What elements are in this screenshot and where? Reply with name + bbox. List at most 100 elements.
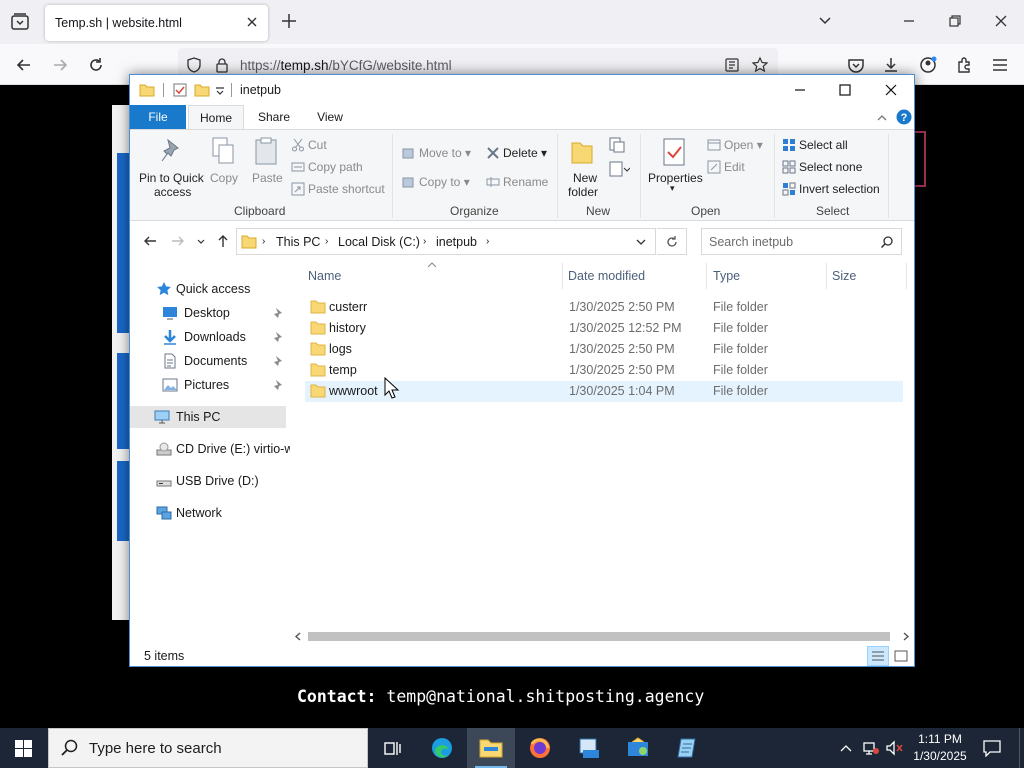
refresh-button[interactable] [657, 228, 687, 255]
tab-file[interactable]: File [130, 105, 186, 129]
invert-selection-button[interactable]: Invert selection [782, 182, 880, 196]
properties-qat-icon[interactable] [172, 82, 188, 98]
scrollbar-thumb[interactable] [308, 632, 890, 641]
paste-shortcut-button[interactable]: Paste shortcut [291, 182, 385, 196]
large-icons-view-button[interactable] [891, 646, 911, 666]
column-header-size[interactable]: Size [832, 269, 856, 283]
address-bar[interactable]: › This PC › Local Disk (C:) › inetpub › [236, 228, 656, 255]
list-all-tabs-icon[interactable] [818, 14, 832, 28]
notifications-icon[interactable] [982, 739, 1002, 757]
restore-icon[interactable] [946, 12, 964, 30]
notepad-app[interactable] [663, 728, 711, 768]
column-header-date[interactable]: Date modified [568, 269, 645, 283]
nav-documents[interactable]: Documents [130, 350, 290, 372]
browser-tab[interactable]: Temp.sh | website.html [45, 5, 268, 41]
close-window-icon[interactable] [992, 12, 1010, 30]
file-row-custerr[interactable]: custerr 1/30/2025 2:50 PM File folder [305, 297, 903, 318]
close-tab-icon[interactable] [244, 14, 260, 30]
close-icon[interactable] [883, 82, 899, 98]
scroll-left-icon[interactable] [294, 632, 302, 641]
file-row-logs[interactable]: logs 1/30/2025 2:50 PM File folder [305, 339, 903, 360]
copy-button[interactable]: Copy [206, 134, 242, 200]
show-hidden-icons-icon[interactable] [840, 742, 852, 754]
open-button[interactable]: Open ▾ [707, 138, 763, 152]
maximize-icon[interactable] [837, 82, 853, 98]
file-explorer-app[interactable] [467, 728, 515, 768]
nav-usb-drive[interactable]: USB Drive (D:) [130, 470, 290, 492]
pin-to-quick-access-button[interactable]: Pin to Quick access [136, 134, 204, 200]
file-row-history[interactable]: history 1/30/2025 12:52 PM File folder [305, 318, 903, 339]
windows-start-icon[interactable] [15, 740, 32, 757]
forward-icon[interactable] [50, 55, 70, 75]
minimize-icon[interactable] [900, 12, 918, 30]
iis-manager-app[interactable] [614, 728, 662, 768]
details-view-button[interactable] [867, 646, 889, 666]
menu-icon[interactable] [990, 55, 1010, 75]
extensions-icon[interactable] [955, 55, 975, 75]
address-dropdown-icon[interactable] [635, 237, 647, 247]
task-view-button[interactable] [368, 728, 416, 768]
firefox-app[interactable] [516, 728, 564, 768]
breadcrumb-this-pc[interactable]: This PC [276, 235, 320, 249]
contact-email[interactable]: temp@national.shitposting.agency [386, 687, 704, 706]
properties-button[interactable]: Properties ▾ [646, 134, 703, 200]
tab-share[interactable]: Share [252, 105, 296, 129]
taskbar-search[interactable]: Type here to search [48, 728, 368, 768]
back-arrow-icon[interactable] [142, 233, 158, 249]
new-folder-button[interactable]: New folder [564, 134, 606, 200]
select-none-button[interactable]: Select none [782, 160, 862, 174]
column-header-name[interactable]: Name [308, 269, 341, 283]
select-all-button[interactable]: Select all [782, 138, 848, 152]
nav-pictures[interactable]: Pictures [130, 374, 290, 396]
copy-path-button[interactable]: Copy path [291, 160, 363, 174]
tab-list-icon[interactable] [8, 10, 32, 34]
system-clock[interactable]: 1:11 PM 1/30/2025 [908, 731, 972, 765]
network-tray-icon[interactable] [862, 740, 880, 756]
rename-button[interactable]: Rename [486, 175, 548, 189]
minimize-icon[interactable] [792, 82, 808, 98]
bookmark-star-icon[interactable] [751, 56, 769, 74]
nav-quick-access[interactable]: Quick access [130, 278, 290, 300]
nav-cd-drive[interactable]: CD Drive (E:) virtio-w [130, 438, 290, 460]
edge-app[interactable] [418, 728, 466, 768]
scroll-right-icon[interactable] [902, 632, 910, 641]
server-manager-app[interactable] [565, 728, 613, 768]
cut-button[interactable]: Cut [291, 138, 327, 152]
column-header-type[interactable]: Type [713, 269, 740, 283]
move-to-button[interactable]: Move to ▾ [402, 146, 471, 160]
volume-muted-icon[interactable] [885, 740, 903, 756]
back-icon[interactable] [14, 55, 34, 75]
pocket-icon[interactable] [846, 55, 866, 75]
copy-to-button[interactable]: Copy to ▾ [402, 175, 470, 189]
forward-arrow-icon[interactable] [170, 233, 186, 249]
horizontal-scrollbar[interactable] [290, 629, 914, 643]
downloads-icon[interactable] [881, 55, 901, 75]
easy-access-icon[interactable] [608, 160, 630, 178]
delete-button[interactable]: Delete ▾ [486, 146, 547, 160]
reload-icon[interactable] [86, 55, 106, 75]
nav-this-pc[interactable]: This PC [130, 406, 286, 428]
nav-desktop[interactable]: Desktop [130, 302, 290, 324]
paste-button[interactable]: Paste [248, 134, 284, 200]
breadcrumb-inetpub[interactable]: inetpub [436, 235, 477, 249]
tab-view[interactable]: View [310, 105, 350, 129]
nav-network[interactable]: Network [130, 502, 290, 524]
customize-qat-icon[interactable] [214, 82, 226, 98]
edit-button[interactable]: Edit [707, 160, 745, 174]
tab-home[interactable]: Home [188, 105, 244, 129]
recent-locations-icon[interactable] [196, 233, 206, 249]
new-folder-qat-icon[interactable] [194, 82, 210, 98]
breadcrumb-local-disk[interactable]: Local Disk (C:) [338, 235, 420, 249]
new-item-icon[interactable] [608, 136, 630, 154]
reader-view-icon[interactable] [724, 57, 740, 73]
search-input[interactable]: Search inetpub [701, 228, 902, 255]
lock-icon[interactable] [214, 57, 230, 73]
nav-downloads[interactable]: Downloads [130, 326, 290, 348]
show-desktop-button[interactable] [1019, 728, 1024, 768]
shield-icon[interactable] [186, 57, 202, 73]
account-icon[interactable] [918, 55, 938, 75]
help-icon[interactable]: ? [896, 109, 912, 125]
new-tab-icon[interactable] [280, 12, 298, 30]
up-arrow-icon[interactable] [215, 233, 231, 249]
collapse-ribbon-icon[interactable] [876, 112, 888, 124]
